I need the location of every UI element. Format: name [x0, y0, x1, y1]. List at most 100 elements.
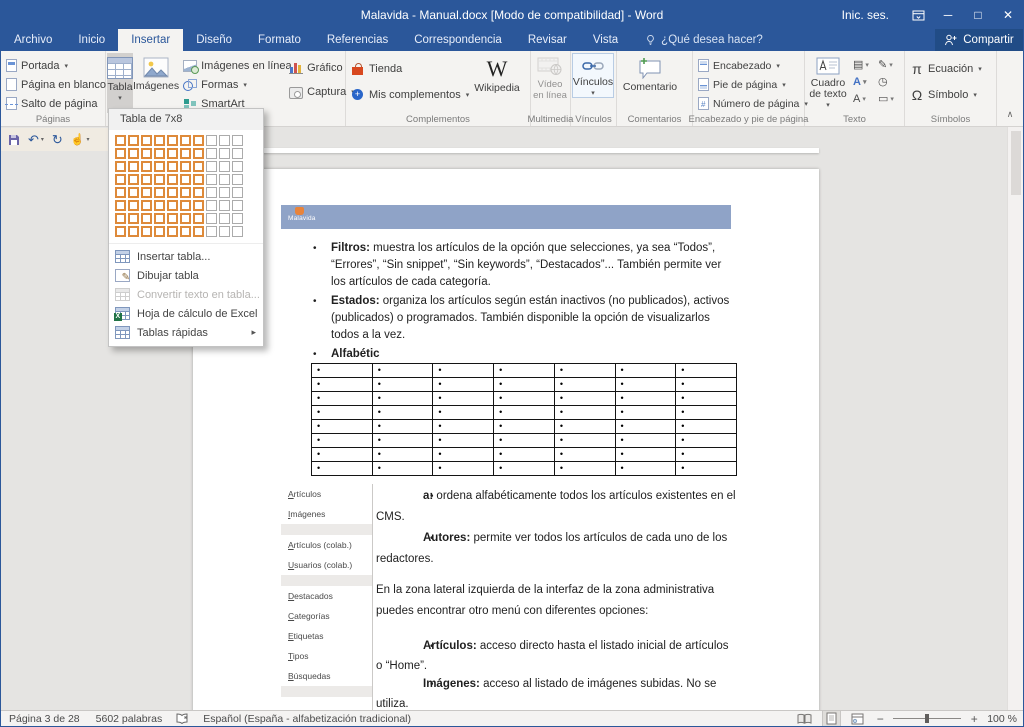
- grid-cell[interactable]: [141, 213, 152, 224]
- tell-me-box[interactable]: ¿Qué desea hacer?: [645, 29, 763, 51]
- ribbon-button[interactable]: Ω Símbolo: [906, 82, 995, 108]
- ribbon-button[interactable]: Número de página: [694, 94, 803, 113]
- ribbon-button[interactable]: Pie de página: [694, 75, 803, 94]
- grid-cell[interactable]: [167, 226, 178, 237]
- ribbon-button[interactable]: Mis complementos: [347, 82, 469, 108]
- ribbon-tab[interactable]: Revisar: [515, 29, 580, 51]
- grid-cell[interactable]: [206, 200, 217, 211]
- grid-cell[interactable]: [219, 174, 230, 185]
- grid-cell[interactable]: [115, 161, 126, 172]
- grid-cell[interactable]: [154, 187, 165, 198]
- ribbon-button[interactable]: Salto de página: [2, 94, 104, 113]
- zoom-out-button[interactable]: −: [875, 712, 885, 726]
- grid-cell[interactable]: [232, 135, 243, 146]
- zoom-in-button[interactable]: +: [969, 712, 979, 726]
- grid-cell[interactable]: [128, 135, 139, 146]
- grid-cell[interactable]: [180, 200, 191, 211]
- ribbon-tab[interactable]: Archivo: [1, 29, 65, 51]
- share-button[interactable]: Compartir: [935, 29, 1023, 51]
- grid-cell[interactable]: [232, 148, 243, 159]
- grid-cell[interactable]: [219, 135, 230, 146]
- grid-cell[interactable]: [232, 174, 243, 185]
- ribbon-tab[interactable]: Formato: [245, 29, 314, 51]
- grid-cell[interactable]: [128, 200, 139, 211]
- grid-cell[interactable]: [180, 174, 191, 185]
- grid-cell[interactable]: [167, 213, 178, 224]
- grid-cell[interactable]: [141, 161, 152, 172]
- touch-mode-button[interactable]: ☝: [71, 133, 90, 146]
- grid-cell[interactable]: [167, 187, 178, 198]
- grid-cell[interactable]: [193, 161, 204, 172]
- text-box-button[interactable]: Cuadro de texto: [806, 53, 850, 113]
- ribbon-button[interactable]: Imágenes en línea: [179, 56, 285, 75]
- grid-cell[interactable]: [167, 200, 178, 211]
- grid-cell[interactable]: [180, 161, 191, 172]
- grid-cell[interactable]: [232, 226, 243, 237]
- menu-item[interactable]: Tablas rápidas: [109, 323, 263, 342]
- ribbon-tab[interactable]: Vista: [580, 29, 631, 51]
- grid-cell[interactable]: [193, 226, 204, 237]
- ribbon-button[interactable]: Página en blanco: [2, 75, 104, 94]
- text-tool-icon[interactable]: A: [853, 73, 878, 90]
- grid-cell[interactable]: [193, 148, 204, 159]
- grid-cell[interactable]: [128, 161, 139, 172]
- language-indicator[interactable]: Español (España - alfabetización tradici…: [195, 713, 419, 725]
- ribbon-button[interactable]: Portada: [2, 56, 104, 75]
- grid-cell[interactable]: [115, 200, 126, 211]
- grid-cell[interactable]: [115, 135, 126, 146]
- grid-cell[interactable]: [232, 213, 243, 224]
- grid-cell[interactable]: [219, 187, 230, 198]
- grid-cell[interactable]: [219, 213, 230, 224]
- zoom-slider[interactable]: [893, 718, 961, 719]
- ribbon-button[interactable]: Tienda: [347, 56, 469, 82]
- ribbon-tab[interactable]: Referencias: [314, 29, 401, 51]
- grid-cell[interactable]: [232, 161, 243, 172]
- grid-cell[interactable]: [154, 161, 165, 172]
- document-page[interactable]: Malavida •Filtros: muestra los artículos…: [193, 169, 819, 710]
- web-layout-button[interactable]: [848, 711, 867, 726]
- menu-item[interactable]: Insertar tabla...: [109, 247, 263, 266]
- ribbon-button[interactable]: π Ecuación: [906, 56, 995, 82]
- grid-cell[interactable]: [128, 148, 139, 159]
- zoom-percentage[interactable]: 100 %: [987, 713, 1017, 725]
- grid-cell[interactable]: [232, 187, 243, 198]
- scrollbar-thumb[interactable]: [1011, 131, 1021, 195]
- grid-cell[interactable]: [206, 226, 217, 237]
- ribbon-button[interactable]: Formas: [179, 75, 285, 94]
- grid-cell[interactable]: [232, 200, 243, 211]
- grid-cell[interactable]: [115, 148, 126, 159]
- grid-cell[interactable]: [193, 200, 204, 211]
- grid-cell[interactable]: [154, 226, 165, 237]
- menu-item[interactable]: Hoja de cálculo de Excel: [109, 304, 263, 323]
- grid-cell[interactable]: [193, 187, 204, 198]
- grid-cell[interactable]: [206, 148, 217, 159]
- close-button[interactable]: ✕: [993, 1, 1023, 29]
- grid-cell[interactable]: [154, 174, 165, 185]
- ribbon-tab[interactable]: Diseño: [183, 29, 245, 51]
- grid-cell[interactable]: [219, 200, 230, 211]
- grid-cell[interactable]: [167, 135, 178, 146]
- grid-cell[interactable]: [154, 213, 165, 224]
- ribbon-tab[interactable]: Correspondencia: [401, 29, 515, 51]
- undo-button[interactable]: ↶: [28, 132, 44, 148]
- grid-cell[interactable]: [167, 148, 178, 159]
- table-grid[interactable]: [109, 130, 263, 243]
- grid-cell[interactable]: [206, 213, 217, 224]
- grid-cell[interactable]: [219, 148, 230, 159]
- grid-cell[interactable]: [206, 161, 217, 172]
- text-tool-icon[interactable]: ✎: [878, 56, 903, 73]
- grid-cell[interactable]: [115, 226, 126, 237]
- grid-cell[interactable]: [193, 174, 204, 185]
- comment-button[interactable]: Comentario: [618, 53, 682, 93]
- page-indicator[interactable]: Página 3 de 28: [1, 713, 88, 725]
- grid-cell[interactable]: [193, 213, 204, 224]
- redo-button[interactable]: ↻: [52, 132, 63, 148]
- grid-cell[interactable]: [141, 135, 152, 146]
- ribbon-tab[interactable]: Inicio: [65, 29, 118, 51]
- grid-cell[interactable]: [141, 200, 152, 211]
- ribbon-tab[interactable]: Insertar: [118, 29, 183, 51]
- wikipedia-button[interactable]: W Wikipedia: [469, 53, 525, 113]
- zoom-slider-thumb[interactable]: [925, 714, 929, 723]
- grid-cell[interactable]: [141, 226, 152, 237]
- text-tool-icon[interactable]: ▭: [878, 90, 903, 107]
